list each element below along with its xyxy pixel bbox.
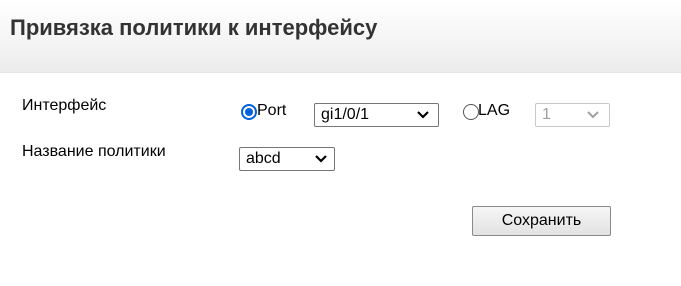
page-header: Привязка политики к интерфейсу [0,0,681,73]
port-select-value: gi1/0/1 [321,106,370,123]
port-radio[interactable] [241,104,257,120]
lag-select[interactable]: 1 [535,103,610,127]
lag-radio[interactable] [463,104,479,120]
policy-select-value: abcd [246,150,281,167]
policy-name-label: Название политики [22,143,166,160]
port-select[interactable]: gi1/0/1 [314,103,439,127]
chevron-down-icon [417,111,429,119]
chevron-down-icon [315,155,327,163]
save-button[interactable]: Сохранить [472,206,611,236]
interface-label: Интерфейс [22,97,107,114]
port-radio-label[interactable]: Port [257,102,286,120]
policy-select[interactable]: abcd [239,147,335,171]
lag-select-value: 1 [542,106,551,123]
lag-radio-label[interactable]: LAG [478,102,510,120]
page-title: Привязка политики к интерфейсу [10,15,378,40]
chevron-down-icon [587,111,599,119]
